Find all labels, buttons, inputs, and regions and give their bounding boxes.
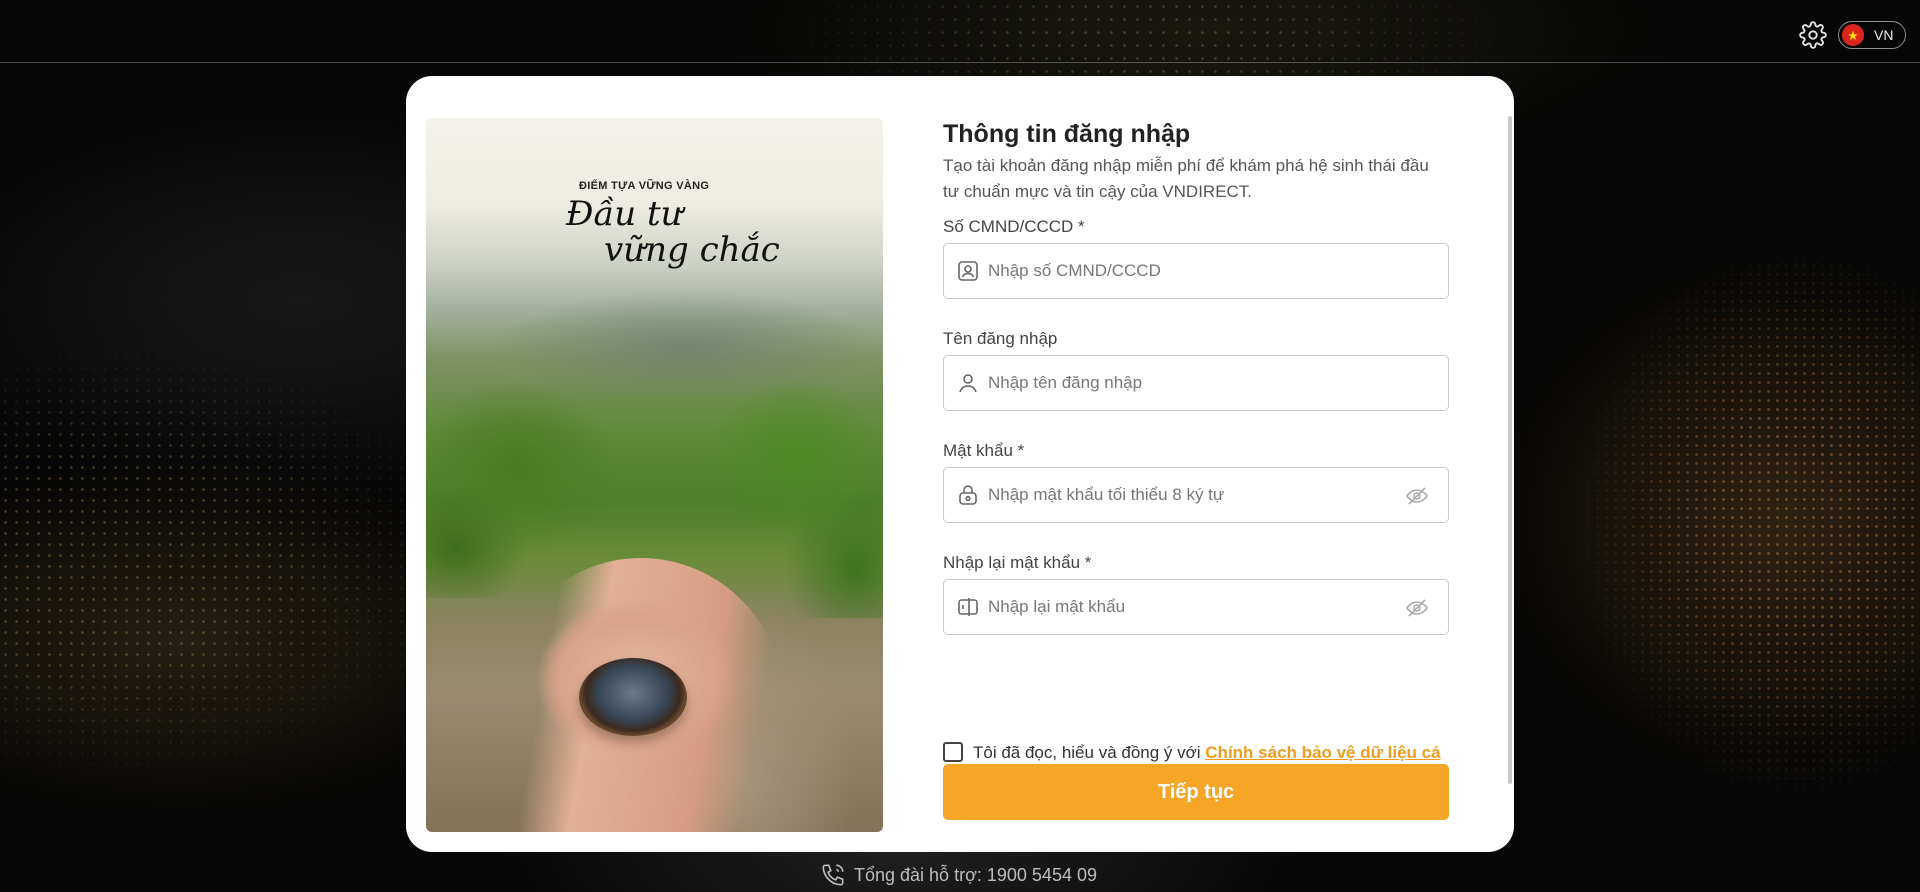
form-description: Tạo tài khoản đăng nhập miễn phí để khám… <box>943 156 1429 201</box>
password-input[interactable] <box>988 485 1388 505</box>
username-input[interactable] <box>988 373 1388 393</box>
username-label: Tên đăng nhập <box>943 329 1058 348</box>
id-number-input[interactable] <box>988 261 1388 281</box>
gear-icon[interactable] <box>1799 21 1827 49</box>
promo-kicker: ĐIỂM TỰA VỮNG VÀNG <box>579 180 710 192</box>
phone-icon <box>822 864 844 886</box>
compass-icon <box>579 658 687 736</box>
continue-button[interactable]: Tiếp tục <box>943 764 1449 820</box>
password-field: Mật khẩu * <box>943 440 1449 523</box>
id-number-label: Số CMND/CCCD * <box>943 217 1085 236</box>
lock-icon <box>959 485 977 505</box>
username-input-box[interactable] <box>943 355 1449 411</box>
id-number-field: Số CMND/CCCD * <box>943 216 1449 299</box>
username-field: Tên đăng nhập <box>943 328 1449 411</box>
confirm-password-input[interactable] <box>988 597 1388 617</box>
user-icon <box>959 374 977 393</box>
signup-card: ĐIỂM TỰA VỮNG VÀNG Đầu tư vững chắc Thôn… <box>406 76 1514 852</box>
password-confirm-icon <box>958 598 978 616</box>
vietnam-flag-icon: ★ <box>1842 24 1864 46</box>
promo-image: ĐIỂM TỰA VỮNG VÀNG Đầu tư vững chắc <box>426 118 883 832</box>
top-bar: ★ VN <box>0 0 1920 63</box>
scrollbar[interactable] <box>1508 116 1512 784</box>
support-hotline: Tổng đài hỗ trợ: 1900 5454 09 <box>820 862 1097 888</box>
password-input-box[interactable] <box>943 467 1449 523</box>
language-code: VN <box>1874 27 1894 43</box>
promo-title: Đầu tư vững chắc <box>566 196 786 268</box>
promo-title-line2: vững chắc <box>604 230 780 270</box>
signup-form: Thông tin đăng nhập Tạo tài khoản đăng n… <box>943 118 1449 635</box>
consent-text: Tôi đã đọc, hiểu và đồng ý với <box>973 743 1206 762</box>
eye-slash-icon[interactable] <box>1404 596 1430 620</box>
language-selector[interactable]: ★ VN <box>1838 21 1906 49</box>
promo-title-line1: Đầu tư <box>566 194 683 234</box>
password-label: Mật khẩu * <box>943 441 1025 460</box>
id-number-input-box[interactable] <box>943 243 1449 299</box>
confirm-password-field: Nhập lại mật khẩu * <box>943 552 1449 635</box>
consent-checkbox[interactable] <box>943 742 963 762</box>
confirm-password-label: Nhập lại mật khẩu * <box>943 553 1092 572</box>
id-card-icon <box>958 261 978 281</box>
confirm-password-input-box[interactable] <box>943 579 1449 635</box>
eye-slash-icon[interactable] <box>1404 484 1430 508</box>
form-title: Thông tin đăng nhập <box>943 120 1191 148</box>
support-text: Tổng đài hỗ trợ: 1900 5454 09 <box>854 864 1097 885</box>
